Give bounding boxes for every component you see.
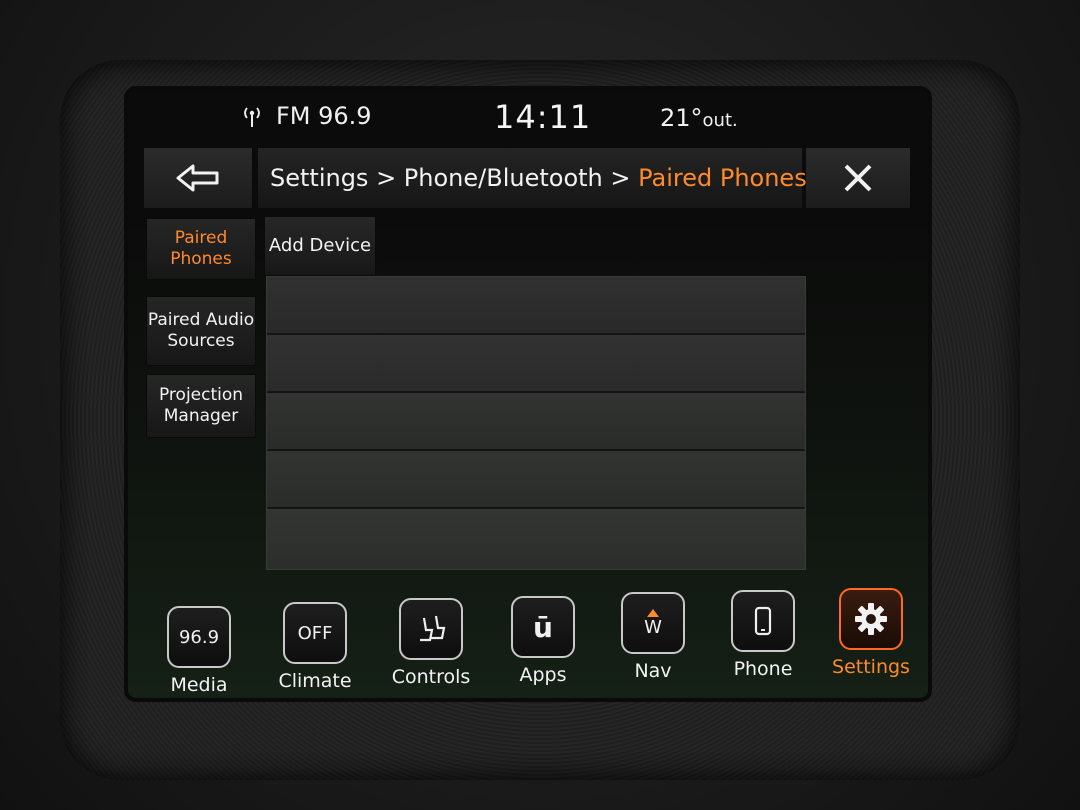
media-icon-text: 96.9: [178, 626, 220, 648]
climate-icon-text: OFF: [297, 622, 333, 644]
nav-navigation[interactable]: W Nav: [598, 586, 708, 696]
nav-phone-label: Phone: [733, 658, 793, 680]
nav-settings[interactable]: Settings: [816, 582, 926, 692]
list-item[interactable]: [267, 277, 805, 335]
gear-icon: [839, 588, 903, 650]
nav-climate[interactable]: OFF Climate: [260, 596, 370, 698]
breadcrumb-path: Settings > Phone/Bluetooth >: [270, 164, 639, 192]
infotainment-screen: FM 96.9 14:11 21°out. Settings > Phone/B…: [128, 90, 928, 698]
temperature-value: 21°: [660, 104, 703, 132]
list-item[interactable]: [267, 451, 805, 509]
nav-controls[interactable]: Controls: [376, 592, 486, 698]
nav-apps[interactable]: ū Apps: [488, 590, 598, 698]
nav-phone[interactable]: Phone: [708, 584, 818, 694]
seat-icon: [420, 615, 446, 642]
status-bar: FM 96.9 14:11 21°out.: [128, 90, 928, 146]
nav-media-label: Media: [170, 674, 228, 696]
radio-signal-icon: [244, 107, 260, 127]
close-button[interactable]: [806, 148, 910, 208]
nav-apps-label: Apps: [519, 664, 567, 686]
seat-controls-icon: [399, 598, 463, 660]
phone-icon: [731, 590, 795, 652]
nav-controls-label: Controls: [391, 666, 471, 688]
nav-nav-label: Nav: [634, 660, 672, 682]
nav-settings-label: Settings: [832, 656, 910, 678]
apps-icon-text: ū: [533, 610, 553, 644]
tab-projection-manager[interactable]: Projection Manager: [146, 374, 256, 438]
compass-heading: W: [644, 616, 662, 638]
temperature-suffix: out.: [702, 110, 738, 131]
breadcrumb-current: Paired Phones: [638, 164, 807, 192]
list-item[interactable]: [267, 335, 805, 393]
apps-icon: ū: [511, 596, 575, 658]
nav-media[interactable]: 96.9 Media: [144, 600, 254, 698]
back-button[interactable]: [144, 148, 254, 208]
back-arrow-icon: [176, 164, 219, 192]
bottom-nav: 96.9 Media OFF Climate Controls ū Apps W: [128, 582, 928, 698]
add-device-button[interactable]: Add Device: [264, 216, 376, 276]
header-bar: Settings > Phone/Bluetooth > Paired Phon…: [144, 148, 910, 208]
outside-temperature: 21°out.: [660, 104, 738, 132]
radio-station[interactable]: FM 96.9: [276, 102, 372, 130]
list-item[interactable]: [267, 509, 805, 569]
close-icon: [844, 164, 872, 192]
media-icon: 96.9: [167, 606, 231, 668]
tab-paired-audio-sources[interactable]: Paired Audio Sources: [146, 296, 256, 366]
compass-icon: W: [621, 592, 685, 654]
clock: 14:11: [494, 98, 592, 136]
climate-icon: OFF: [283, 602, 347, 664]
mobile-phone-icon: [754, 606, 772, 636]
nav-climate-label: Climate: [278, 670, 352, 692]
compass-arrow-icon: [647, 608, 659, 617]
breadcrumb: Settings > Phone/Bluetooth > Paired Phon…: [258, 148, 807, 208]
tab-paired-phones[interactable]: Paired Phones: [146, 218, 256, 280]
list-item[interactable]: [267, 393, 805, 451]
paired-phones-list: [266, 276, 806, 570]
settings-gear-icon: [855, 603, 887, 635]
